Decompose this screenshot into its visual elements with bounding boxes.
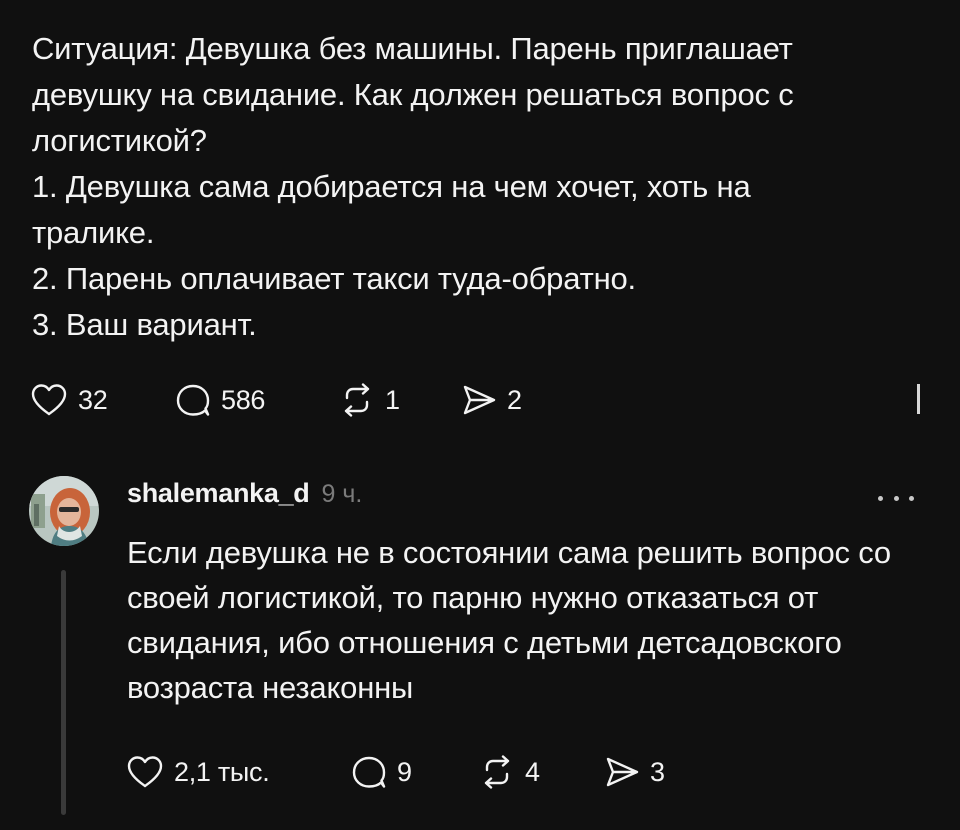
scrollbar-thumb[interactable] — [917, 384, 920, 414]
post-like-button[interactable]: 32 — [30, 383, 175, 417]
post-line: 2. Парень оплачивает такси туда-обратно. — [32, 261, 636, 296]
post-line: 3. Ваш вариант. — [32, 307, 257, 342]
reply-line: Если девушка не в состоянии сама решить … — [127, 535, 891, 570]
avatar-photo — [29, 476, 99, 546]
heart-icon — [31, 384, 67, 416]
reply-line: свидания, ибо отношения с детьми детсадо… — [127, 625, 842, 660]
post-action-bar: 32 586 1 2 — [30, 380, 522, 420]
post-share-button[interactable]: 2 — [461, 383, 522, 417]
heart-icon — [127, 756, 163, 788]
speech-bubble-icon — [352, 756, 386, 788]
reply-line: возраста незаконны — [127, 670, 414, 705]
reply-header: shalemanka_d 9 ч. — [127, 478, 362, 509]
post-share-count: 2 — [507, 384, 522, 415]
post-repost-count: 1 — [385, 384, 400, 415]
speech-bubble-icon — [176, 384, 210, 416]
reply-body: Если девушка не в состоянии сама решить … — [127, 530, 927, 710]
reply-line: своей логистикой, то парню нужно отказат… — [127, 580, 819, 615]
avatar[interactable] — [29, 476, 99, 546]
reply-share-count: 3 — [650, 756, 665, 787]
timestamp: 9 ч. — [321, 480, 363, 508]
thread-line — [61, 570, 66, 815]
post-line: девушку на свидание. Как должен решаться… — [32, 77, 794, 112]
send-icon — [463, 385, 496, 415]
more-options-button[interactable] — [878, 492, 914, 504]
post-comment-count: 586 — [221, 384, 266, 415]
post-line: Ситуация: Девушка без машины. Парень при… — [32, 31, 793, 66]
repost-arrows-icon — [484, 755, 510, 789]
reply-repost-button[interactable]: 4 — [479, 755, 604, 789]
reply-repost-count: 4 — [525, 756, 540, 787]
username[interactable]: shalemanka_d — [127, 478, 310, 509]
ellipsis-icon — [893, 495, 899, 501]
reply-like-button[interactable]: 2,1 тыс. — [126, 755, 351, 789]
post-line: логистикой? — [32, 123, 207, 158]
send-icon — [606, 757, 639, 787]
reply-comment-count: 9 — [397, 756, 412, 787]
post-line: 1. Девушка сама добирается на чем хочет,… — [32, 169, 751, 204]
reply-like-count: 2,1 тыс. — [174, 756, 270, 787]
reply-comment-button[interactable]: 9 — [351, 755, 479, 789]
reply-share-button[interactable]: 3 — [604, 755, 665, 789]
post-line: тралике. — [32, 215, 155, 250]
ellipsis-icon — [878, 495, 883, 501]
post-comment-button[interactable]: 586 — [175, 383, 339, 417]
reply-action-bar: 2,1 тыс. 9 4 3 — [126, 752, 665, 792]
post-repost-button[interactable]: 1 — [339, 383, 461, 417]
ellipsis-icon — [909, 495, 914, 501]
repost-arrows-icon — [344, 383, 370, 417]
post-body: Ситуация: Девушка без машины. Парень при… — [32, 26, 912, 348]
post-like-count: 32 — [78, 384, 108, 415]
